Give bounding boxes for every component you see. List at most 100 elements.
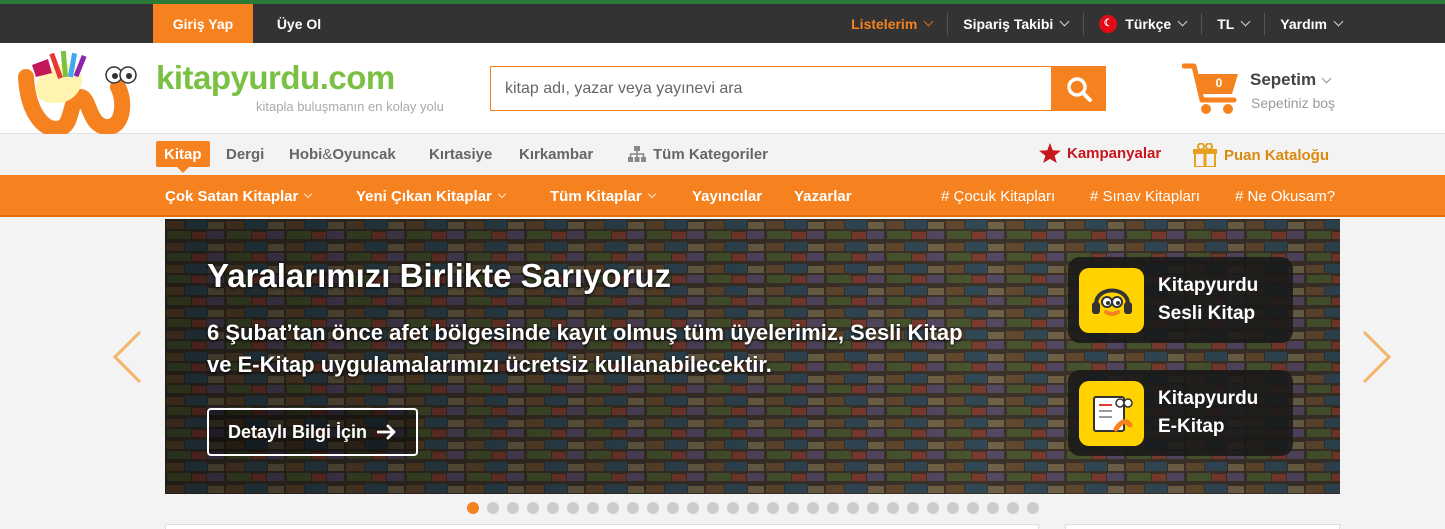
campaigns-label: Kampanyalar — [1067, 144, 1162, 162]
nav-publishers[interactable]: Yayıncılar — [692, 175, 762, 217]
carousel-prev-icon[interactable] — [112, 330, 142, 384]
carousel-dot[interactable] — [747, 502, 759, 514]
toy-label: Oyuncak — [332, 145, 396, 163]
site-slogan: kitapla buluşmanın en kolay yolu — [256, 99, 444, 114]
carousel-dot[interactable] — [907, 502, 919, 514]
register-button[interactable]: Üye Ol — [253, 4, 345, 43]
tag-children-books[interactable]: # Çocuk Kitapları — [941, 175, 1055, 217]
nav-new-releases-label: Yeni Çıkan Kitaplar — [356, 187, 492, 205]
carousel-dot[interactable] — [727, 502, 739, 514]
category-tab-hobi-oyuncak[interactable]: Hobi & Oyuncak — [289, 141, 396, 167]
help-link[interactable]: Yardım — [1264, 12, 1357, 35]
chevron-down-icon — [1177, 16, 1188, 27]
chevron-down-icon — [1240, 16, 1251, 27]
mascot-logo-icon[interactable] — [18, 47, 143, 137]
carousel-dot[interactable] — [887, 502, 899, 514]
search-button[interactable] — [1051, 66, 1106, 111]
tag-exam-books[interactable]: # Sınav Kitapları — [1090, 175, 1200, 217]
ebook-app-label: Kitapyurdu E-Kitap — [1158, 388, 1259, 437]
carousel-dot[interactable] — [987, 502, 999, 514]
carousel-dot[interactable] — [767, 502, 779, 514]
carousel-dot[interactable] — [807, 502, 819, 514]
hero-banner[interactable]: Yaralarımızı Birlikte Sarıyoruz 6 Şubat’… — [165, 219, 1340, 494]
carousel-dot[interactable] — [787, 502, 799, 514]
order-tracking-label: Sipariş Takibi — [963, 15, 1054, 32]
cart-count-badge: 0 — [1215, 76, 1223, 90]
category-tab-kitap[interactable]: Kitap — [156, 141, 210, 173]
ebook-app-card[interactable]: Kitapyurdu E-Kitap — [1068, 370, 1293, 456]
chevron-down-icon — [304, 189, 313, 199]
carousel-dot[interactable] — [967, 502, 979, 514]
nav-best-sellers[interactable]: Çok Satan Kitaplar — [165, 175, 313, 217]
carousel-dot[interactable] — [647, 502, 659, 514]
nav-new-releases[interactable]: Yeni Çıkan Kitaplar — [356, 175, 507, 217]
carousel-next-icon[interactable] — [1362, 330, 1392, 384]
top-links: Listelerim Sipariş Takibi ☾ Türkçe TL Yar… — [836, 4, 1357, 43]
carousel-dot[interactable] — [947, 502, 959, 514]
carousel-dot[interactable] — [667, 502, 679, 514]
chevron-down-icon — [923, 16, 934, 27]
ebook-app-icon — [1079, 380, 1144, 446]
ampersand-label: & — [322, 145, 333, 163]
category-tab-all[interactable]: Tüm Kategoriler — [628, 141, 768, 167]
points-catalog-link[interactable]: Puan Kataloğu — [1192, 143, 1329, 167]
lists-label: Listelerim — [851, 15, 918, 32]
star-icon — [1039, 143, 1061, 163]
category-bar: Kitap Dergi Hobi & Oyuncak Kırtasiye Kırka… — [0, 134, 1445, 175]
login-button[interactable]: Giriş Yap — [153, 4, 253, 43]
carousel-dot[interactable] — [1027, 502, 1039, 514]
carousel-dot[interactable] — [507, 502, 519, 514]
nav-all-books[interactable]: Tüm Kitaplar — [550, 175, 656, 217]
ebook-reader-icon — [1092, 396, 1133, 432]
carousel-dot[interactable] — [687, 502, 699, 514]
arrow-right-icon — [377, 424, 396, 440]
content-panel-right — [1065, 524, 1340, 529]
campaigns-link[interactable]: Kampanyalar — [1039, 143, 1161, 163]
carousel-dot[interactable] — [547, 502, 559, 514]
carousel-dot[interactable] — [867, 502, 879, 514]
carousel-dot[interactable] — [567, 502, 579, 514]
carousel-dot[interactable] — [487, 502, 499, 514]
language-selector[interactable]: ☾ Türkçe — [1083, 12, 1201, 35]
nav-best-sellers-label: Çok Satan Kitaplar — [165, 187, 299, 205]
carousel-dot[interactable] — [707, 502, 719, 514]
carousel-dot[interactable] — [467, 502, 479, 514]
turkey-flag-icon: ☾ — [1099, 14, 1118, 33]
cart-status: Sepetiniz boş — [1251, 95, 1336, 111]
carousel-dot[interactable] — [847, 502, 859, 514]
currency-label: TL — [1217, 15, 1235, 32]
points-catalog-label: Puan Kataloğu — [1224, 146, 1330, 164]
carousel-dot[interactable] — [527, 502, 539, 514]
chevron-down-icon — [647, 189, 656, 199]
main-nav: Çok Satan Kitaplar Yeni Çıkan Kitaplar T… — [0, 175, 1445, 217]
search-input[interactable] — [490, 66, 1052, 111]
top-bar: Giriş Yap Üye Ol Listelerim Sipariş Taki… — [0, 0, 1445, 43]
category-tab-kirkambar[interactable]: Kırkambar — [519, 141, 593, 167]
category-tab-dergi[interactable]: Dergi — [226, 141, 264, 167]
help-label: Yardım — [1280, 15, 1327, 32]
carousel-dot[interactable] — [627, 502, 639, 514]
carousel-dot[interactable] — [827, 502, 839, 514]
category-tab-kirtasiye[interactable]: Kırtasiye — [429, 141, 492, 167]
all-categories-label: Tüm Kategoriler — [653, 145, 769, 163]
nav-authors[interactable]: Yazarlar — [794, 175, 852, 217]
carousel-dots — [467, 502, 1039, 514]
carousel-dot[interactable] — [587, 502, 599, 514]
gift-icon — [1193, 143, 1217, 167]
carousel-dot[interactable] — [1007, 502, 1019, 514]
currency-selector[interactable]: TL — [1201, 12, 1264, 35]
order-tracking-link[interactable]: Sipariş Takibi — [947, 12, 1083, 35]
audiobook-app-card[interactable]: Kitapyurdu Sesli Kitap — [1068, 257, 1293, 343]
details-button[interactable]: Detaylı Bilgi İçin — [207, 408, 418, 456]
search-icon — [1066, 76, 1092, 102]
site-logo[interactable]: kitapyurdu.com — [156, 59, 395, 97]
cart-link[interactable]: Sepetim — [1250, 70, 1332, 90]
carousel-dot[interactable] — [927, 502, 939, 514]
chevron-down-icon — [1333, 16, 1344, 27]
lists-link[interactable]: Listelerim — [836, 13, 947, 35]
carousel-dot[interactable] — [607, 502, 619, 514]
header: kitapyurdu.com kitapla buluşmanın en kol… — [0, 43, 1445, 137]
audiobook-app-icon — [1079, 267, 1144, 333]
hobby-label: Hobi — [289, 145, 323, 163]
tag-what-to-read[interactable]: # Ne Okusam? — [1235, 175, 1335, 217]
